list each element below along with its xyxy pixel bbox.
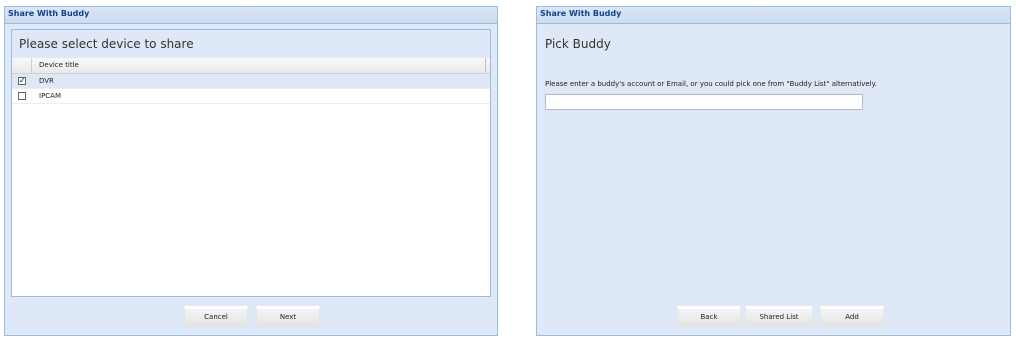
panel-heading: Please select device to share (19, 37, 194, 51)
select-device-dialog: Share With Buddy Please select device to… (4, 6, 498, 336)
pick-buddy-dialog: Share With Buddy Pick Buddy Please enter… (536, 6, 1011, 336)
shared-list-button[interactable]: Shared List (745, 306, 813, 327)
dialog-title: Share With Buddy (540, 9, 622, 18)
panel-heading: Pick Buddy (545, 37, 611, 51)
table-row[interactable]: IPCAM (12, 89, 490, 104)
row-checkbox[interactable] (18, 92, 26, 100)
grid-header: Device title (12, 58, 490, 74)
device-title-cell: DVR (39, 77, 54, 85)
cancel-button[interactable]: Cancel (184, 306, 248, 327)
device-panel: Please select device to share Device tit… (11, 29, 491, 297)
check-icon: ✓ (19, 76, 26, 85)
device-title-cell: IPCAM (39, 92, 62, 100)
buddy-account-input[interactable] (545, 94, 863, 110)
pick-buddy-panel (537, 24, 1010, 335)
column-header-device-title[interactable]: Device title (39, 61, 79, 69)
instructions-text: Please enter a buddy's account or Email,… (545, 80, 877, 88)
add-button[interactable]: Add (820, 306, 884, 327)
dialog-title-bar[interactable]: Share With Buddy (5, 7, 497, 24)
column-divider (485, 58, 486, 73)
next-button[interactable]: Next (256, 306, 320, 327)
dialog-title: Share With Buddy (8, 9, 90, 18)
row-checkbox-checked[interactable]: ✓ (18, 77, 26, 85)
device-panel-header: Please select device to share (12, 30, 490, 58)
back-button[interactable]: Back (677, 306, 741, 327)
dialog-title-bar[interactable]: Share With Buddy (537, 7, 1010, 24)
checkbox-column-header (12, 58, 32, 73)
table-row[interactable]: ✓ DVR (12, 74, 490, 89)
